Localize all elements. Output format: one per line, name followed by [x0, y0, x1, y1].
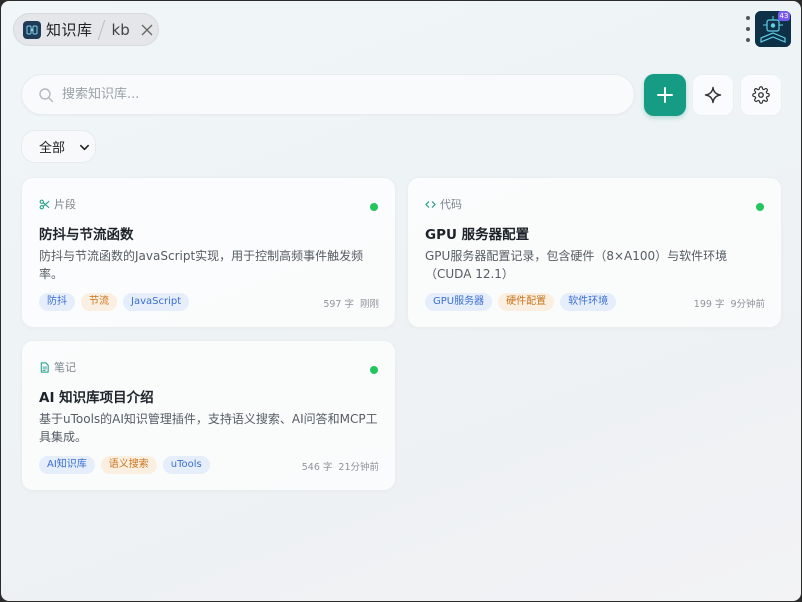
card-tags: GPU服务器 硬件配置 软件环境	[425, 293, 617, 311]
tag[interactable]: 硬件配置	[498, 293, 555, 311]
status-dot	[370, 203, 378, 211]
gear-icon	[752, 86, 770, 104]
category-filter-select[interactable]: 全部	[21, 130, 96, 163]
plus-icon	[657, 87, 673, 103]
plugin-tab[interactable]: 知识库 kb	[13, 13, 159, 46]
document-icon	[39, 361, 50, 373]
card-type: 笔记	[39, 359, 76, 375]
card-type-label: 片段	[54, 198, 76, 211]
top-bar: 知识库 kb 43	[1, 1, 801, 57]
tag[interactable]: 软件环境	[560, 293, 617, 311]
avatar[interactable]: 43	[755, 11, 791, 47]
tag[interactable]: JavaScript	[123, 293, 190, 311]
card-tags: AI知识库 语义搜索 uTools	[39, 456, 210, 474]
filter-selected-value: 全部	[39, 141, 66, 156]
ai-assistant-button[interactable]	[692, 74, 734, 116]
card-type-label: 笔记	[54, 361, 76, 374]
knowledge-card[interactable]: 代码 GPU 服务器配置 GPU服务器配置记录，包含硬件（8×A100）与软件环…	[407, 177, 782, 328]
card-meta: 199 字 9分钟前	[694, 296, 765, 310]
card-title: GPU 服务器配置	[425, 227, 530, 243]
card-tags: 防抖 节流 JavaScript	[39, 293, 190, 311]
word-count: 597 字	[323, 299, 354, 310]
knowledge-card[interactable]: 片段 防抖与节流函数 防抖与节流函数的JavaScript实现，用于控制高频事件…	[21, 177, 396, 328]
card-meta: 597 字 刚刚	[323, 296, 379, 310]
code-icon	[425, 199, 436, 210]
status-dot	[756, 203, 764, 211]
search-input[interactable]	[62, 87, 602, 102]
tag[interactable]: 防抖	[39, 293, 75, 311]
updated-time: 刚刚	[359, 299, 379, 310]
tag[interactable]: uTools	[162, 456, 210, 474]
card-description: GPU服务器配置记录，包含硬件（8×A100）与软件环境（CUDA 12.1）	[425, 249, 728, 281]
card-type: 片段	[39, 196, 76, 212]
more-options-icon[interactable]	[745, 16, 751, 42]
tag[interactable]: AI知识库	[39, 456, 95, 474]
tab-title: 知识库	[46, 21, 93, 39]
tag[interactable]: GPU服务器	[425, 293, 493, 311]
tag[interactable]: 语义搜索	[100, 456, 157, 474]
status-dot	[370, 366, 378, 374]
tab-keyword: kb	[111, 20, 130, 39]
updated-time: 9分钟前	[730, 299, 765, 310]
tag[interactable]: 节流	[81, 293, 117, 311]
add-entry-button[interactable]	[644, 74, 686, 116]
word-count: 546 字	[301, 462, 333, 473]
notification-badge: 43	[778, 11, 790, 21]
sparkle-icon	[704, 86, 722, 104]
knowledge-base-logo-icon	[23, 20, 41, 39]
tab-divider	[97, 19, 105, 40]
knowledge-card[interactable]: 笔记 AI 知识库项目介绍 基于uTools的AI知识管理插件，支持语义搜索、A…	[21, 340, 396, 491]
card-meta: 546 字 21分钟前	[302, 459, 379, 473]
close-icon[interactable]	[140, 23, 154, 37]
scissors-icon	[39, 199, 50, 210]
app-window: 知识库 kb 43 搜索知识库... 全部 片段 防抖与节流函数 防抖与节流函数…	[1, 1, 801, 601]
card-title: AI 知识库项目介绍	[39, 390, 154, 406]
card-type: 代码	[425, 196, 462, 212]
card-title: 防抖与节流函数	[39, 227, 134, 243]
search-icon	[38, 87, 54, 103]
card-type-label: 代码	[440, 198, 462, 211]
word-count: 199 字	[693, 299, 725, 310]
chevron-down-icon	[80, 144, 89, 151]
card-description: 防抖与节流函数的JavaScript实现，用于控制高频事件触发频率。	[39, 249, 364, 281]
settings-button[interactable]	[740, 74, 782, 116]
card-description: 基于uTools的AI知识管理插件，支持语义搜索、AI问答和MCP工具集成。	[39, 412, 378, 444]
updated-time: 21分钟前	[338, 462, 379, 473]
search-bar	[21, 74, 635, 115]
